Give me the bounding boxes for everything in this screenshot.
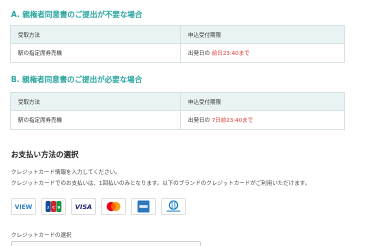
amex-card-icon	[131, 198, 156, 215]
card-select-dropdown[interactable]	[11, 241, 201, 246]
header-method: 受取方法	[11, 26, 181, 43]
section-a-heading: A. 親権者同意書のご提出が不要な場合	[11, 10, 143, 19]
cell-method: 駅の指定席券売機	[11, 111, 181, 129]
section-b-heading: B. 親権者同意書のご提出が必要な場合	[11, 75, 143, 84]
diners-card-icon	[161, 198, 186, 215]
table-header-row: 受取方法 申込受付期限	[11, 93, 344, 111]
card-select-label: クレジットカードの選択	[11, 233, 72, 239]
section-b-table: 受取方法 申込受付期限 駅の指定席券売機 出発日の 7日前23:40まで	[10, 92, 345, 130]
svg-text:VIEW: VIEW	[15, 204, 33, 211]
table-row: 駅の指定席券売機 出発日の 7日前23:40まで	[11, 111, 344, 129]
svg-text:B: B	[57, 205, 60, 209]
cell-deadline: 出発日の 前日23:40まで	[181, 44, 344, 62]
header-method: 受取方法	[11, 93, 181, 110]
deadline-highlight: 前日23:40まで	[211, 51, 250, 57]
table-row: 駅の指定席券売機 出発日の 前日23:40まで	[11, 44, 344, 62]
section-a-table: 受取方法 申込受付期限 駅の指定席券売機 出発日の 前日23:40まで	[10, 25, 345, 63]
cell-method: 駅の指定席券売機	[11, 44, 181, 62]
deadline-prefix: 出発日の	[188, 51, 211, 57]
table-header-row: 受取方法 申込受付期限	[11, 26, 344, 44]
header-deadline: 申込受付期限	[188, 99, 222, 106]
header-deadline: 申込受付期限	[188, 32, 222, 39]
payment-heading: お支払い方法の選択	[11, 150, 79, 159]
deadline-prefix: 出発日の	[188, 118, 211, 124]
svg-text:C: C	[52, 205, 55, 209]
mastercard-card-icon	[101, 198, 126, 215]
visa-card-icon: VISA	[71, 198, 96, 215]
card-brand-list: VIEW J C B VISA	[11, 198, 186, 215]
jcb-card-icon: J C B	[41, 198, 66, 215]
page: A. 親権者同意書のご提出が不要な場合 受取方法 申込受付期限 駅の指定席券売機…	[0, 0, 370, 246]
cell-deadline: 出発日の 7日前23:40まで	[181, 111, 344, 129]
payment-instruction: クレジットカード情報を入力してください。	[11, 170, 121, 176]
payment-note: クレジットカードでのお支払いは、1回払いのみとなります。以下のブランドのクレジッ…	[11, 181, 311, 187]
view-card-icon: VIEW	[11, 198, 36, 215]
deadline-highlight: 7日前23:40まで	[211, 118, 254, 124]
svg-text:VISA: VISA	[75, 203, 92, 211]
